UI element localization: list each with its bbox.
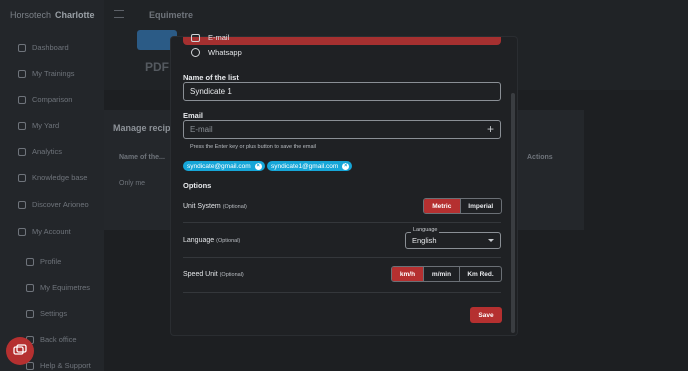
speed-unit-label: Speed Unit (Optional) <box>183 271 244 278</box>
mail-icon <box>191 33 200 42</box>
device-icon <box>26 283 34 292</box>
list-name-value: Syndicate 1 <box>190 87 232 96</box>
caret-down-icon <box>488 239 494 242</box>
sidebar-item-knowledge[interactable]: Knowledge base <box>18 173 87 182</box>
sidebar-item-profile[interactable]: Profile <box>26 257 61 266</box>
share-dropdown-selected[interactable] <box>183 37 501 45</box>
table-header-name: Name of the... <box>119 154 165 161</box>
options-heading: Options <box>183 181 212 190</box>
speed-unit-toggle: km/h m/min Km Red. <box>391 266 502 282</box>
remove-chip-icon[interactable]: × <box>254 162 262 170</box>
sidebar-item-settings[interactable]: Settings <box>26 309 67 318</box>
sidebar-item-account[interactable]: My Account <box>18 227 71 236</box>
globe-icon <box>18 200 26 209</box>
bulb-icon <box>18 173 26 182</box>
email-label: Email <box>183 111 204 120</box>
whatsapp-icon <box>191 48 200 57</box>
sidebar-item-analytics[interactable]: Analytics <box>18 147 62 156</box>
sidebar-item-comparison[interactable]: Comparison <box>18 95 72 104</box>
plus-icon[interactable]: + <box>487 123 494 135</box>
horse-icon <box>18 69 26 78</box>
analytics-icon <box>18 147 26 156</box>
email-hint: Press the Enter key or plus button to sa… <box>190 144 316 150</box>
users-icon <box>18 227 26 236</box>
remove-chip-icon[interactable]: × <box>342 162 350 170</box>
divider <box>183 257 501 258</box>
email-chip: syndicate1@gmail.com × <box>267 161 353 171</box>
sidebar-item-discover[interactable]: Discover Arioneo <box>18 200 89 209</box>
language-label: Language (Optional) <box>183 237 241 244</box>
speed-kmred-button[interactable]: Km Red. <box>460 267 501 281</box>
sidebar-item-dashboard[interactable]: Dashboard <box>18 43 69 52</box>
menu-icon[interactable] <box>114 10 124 18</box>
table-row: Only me <box>119 180 146 187</box>
modal-scrollbar[interactable] <box>511 93 515 333</box>
list-name-label: Name of the list <box>183 73 239 82</box>
speed-mmin-button[interactable]: m/min <box>424 267 460 281</box>
share-option-whatsapp[interactable]: Whatsapp <box>191 48 242 57</box>
app-brand: Horsotech Charlotte <box>10 10 95 20</box>
email-field[interactable]: + <box>183 120 501 139</box>
sidebar-item-help[interactable]: Help & Support <box>26 361 91 370</box>
speed-kmh-button[interactable]: km/h <box>392 267 424 281</box>
gear-icon <box>26 309 34 318</box>
sidebar-item-trainings[interactable]: My Trainings <box>18 69 75 78</box>
sidebar-item-yard[interactable]: My Yard <box>18 121 59 130</box>
table-header-actions: Actions <box>527 154 553 161</box>
user-icon <box>26 257 34 266</box>
unit-system-label: Unit System (Optional) <box>183 203 247 210</box>
language-value: English <box>412 236 437 245</box>
chat-button[interactable] <box>6 337 34 365</box>
list-name-field[interactable]: Syndicate 1 <box>183 82 501 101</box>
chat-icon <box>13 344 27 355</box>
sidebar-item-backoffice[interactable]: Back office <box>26 335 77 344</box>
save-button[interactable]: Save <box>470 307 502 323</box>
grid-icon <box>18 43 26 52</box>
language-select-legend: Language <box>411 227 440 233</box>
divider <box>183 222 501 223</box>
share-option-email[interactable]: E-mail <box>191 33 229 42</box>
unit-metric-button[interactable]: Metric <box>424 199 461 213</box>
yard-icon <box>18 121 26 130</box>
manage-recipients-heading: Manage recip <box>113 123 171 133</box>
language-select[interactable]: English <box>405 232 501 249</box>
compare-icon <box>18 95 26 104</box>
unit-imperial-button[interactable]: Imperial <box>461 199 501 213</box>
sidebar-item-equimetres[interactable]: My Equimetres <box>26 283 90 292</box>
background-heading: PDF <box>145 60 169 74</box>
divider <box>183 292 501 293</box>
unit-system-toggle: Metric Imperial <box>423 198 502 214</box>
sidebar: Horsotech Charlotte Dashboard My Training… <box>0 0 104 371</box>
page-title: Equimetre <box>149 10 194 20</box>
email-chip: syndicate@gmail.com × <box>183 161 265 171</box>
email-input[interactable] <box>190 125 494 134</box>
